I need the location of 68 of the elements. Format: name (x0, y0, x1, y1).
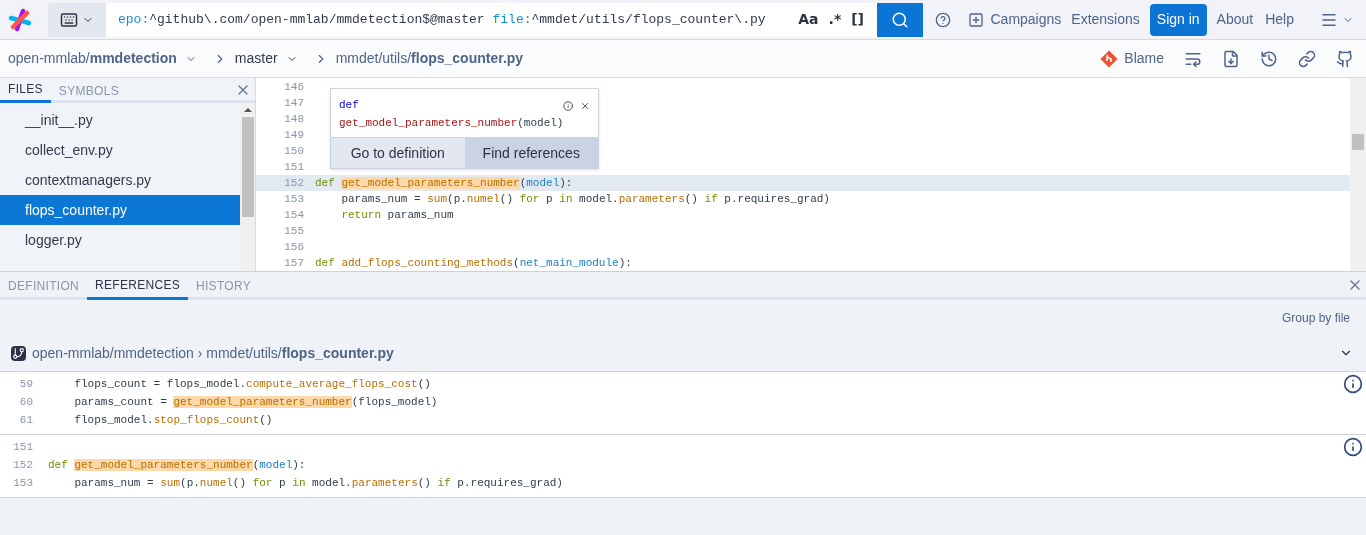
file-item[interactable]: flops_counter.py (0, 195, 240, 225)
link-icon[interactable] (1298, 49, 1316, 68)
signature-text: get_model_parameters_number(model) (339, 116, 564, 131)
nav-link[interactable]: About (1214, 9, 1256, 30)
search-button[interactable] (877, 2, 923, 37)
repo-icon (11, 345, 26, 361)
history-icon[interactable] (1260, 49, 1278, 68)
file-item[interactable]: logger.py (0, 225, 240, 255)
file-item[interactable]: collect_env.py (0, 135, 240, 165)
keyword-text: def (339, 98, 360, 113)
popover-action-button[interactable]: Go to definition (331, 138, 465, 168)
line-number: 152 (12, 458, 34, 473)
line-number: 60 (18, 395, 34, 410)
info-icon[interactable] (1343, 374, 1363, 394)
code-line: return params_num (340, 208, 454, 223)
line-number: 59 (18, 377, 34, 392)
search-icon (891, 10, 909, 29)
file-download-icon[interactable] (1222, 49, 1240, 68)
scrollbar[interactable] (240, 103, 255, 271)
line-number: 151 (283, 160, 305, 175)
line-number: 146 (283, 80, 305, 95)
code-line: flops_model.stop_flops_count() (73, 413, 273, 428)
line-number: 148 (283, 112, 305, 127)
github-icon[interactable] (1336, 49, 1354, 68)
line-number: 147 (283, 96, 305, 111)
help-icon[interactable] (935, 11, 951, 28)
sign-in-button[interactable]: Sign in (1149, 3, 1207, 36)
code-line: flops_count = flops_model.compute_average_flops_cost() (73, 377, 431, 392)
repo-file-header[interactable]: open-mmlab/mmdetection › mmdet/utils/flops_counter.py (32, 342, 394, 364)
revision-dropdown[interactable]: master (234, 48, 298, 69)
group-by-file-button[interactable]: Group by file (1281, 308, 1350, 327)
search-field[interactable]: epo:^github\.com/open-mmlab/mmdetection$@master file:^mmdet/utils/flops_counter\.py Aa .* [] (106, 2, 877, 37)
keyboard-icon (60, 10, 78, 29)
line-number: 154 (283, 208, 305, 223)
line-number: 153 (283, 192, 305, 207)
code-line: params_count = get_model_parameters_number(flops_model) (73, 395, 438, 410)
line-number: 151 (12, 440, 34, 455)
line-number: 152 (283, 176, 305, 191)
code-line: params_num = sum(p.numel() for p in model.parameters() if p.requires_grad) (340, 192, 830, 207)
logo-icon[interactable] (8, 7, 32, 32)
search-toggle[interactable]: Aa (793, 9, 824, 30)
nav-link[interactable]: Help (1263, 9, 1296, 30)
line-number: 149 (283, 128, 305, 143)
scrollbar[interactable] (1350, 78, 1366, 271)
line-number: 155 (283, 224, 305, 239)
campaigns-link[interactable]: Campaigns (968, 9, 1062, 30)
repo-dropdown[interactable]: open-mmlab/mmdetection (8, 48, 197, 69)
code-line: def add_flops_counting_methods(net_main_module): (315, 256, 632, 271)
file-path[interactable]: mmdet/utils/flops_counter.py (335, 48, 524, 69)
line-number: 153 (12, 476, 34, 491)
blame-button[interactable]: Blame (1100, 48, 1164, 69)
code-line: def get_model_parameters_number(model): (48, 458, 306, 473)
line-number: 157 (283, 256, 305, 271)
file-item[interactable]: __init__.py (0, 105, 240, 135)
sidebar-tab[interactable]: FILES (0, 78, 51, 103)
search-toggle[interactable]: .* (823, 9, 847, 30)
line-number: 156 (283, 240, 305, 255)
line-number: 150 (283, 144, 305, 159)
panel-tab[interactable]: REFERENCES (87, 272, 188, 300)
search-toggle[interactable]: [] (846, 9, 869, 30)
nav-link[interactable]: Extensions (1069, 9, 1142, 30)
code-line: def get_model_parameters_number(model): (315, 176, 573, 191)
file-item[interactable]: contextmanagers.py (0, 165, 240, 195)
popover-action-button[interactable]: Find references (464, 138, 598, 168)
keyboard-dropdown-button[interactable] (48, 2, 106, 37)
code-line: params_num = sum(p.numel() for p in model.parameters() if p.requires_grad) (73, 476, 563, 491)
line-number: 61 (18, 413, 34, 428)
info-icon[interactable] (1343, 437, 1363, 457)
